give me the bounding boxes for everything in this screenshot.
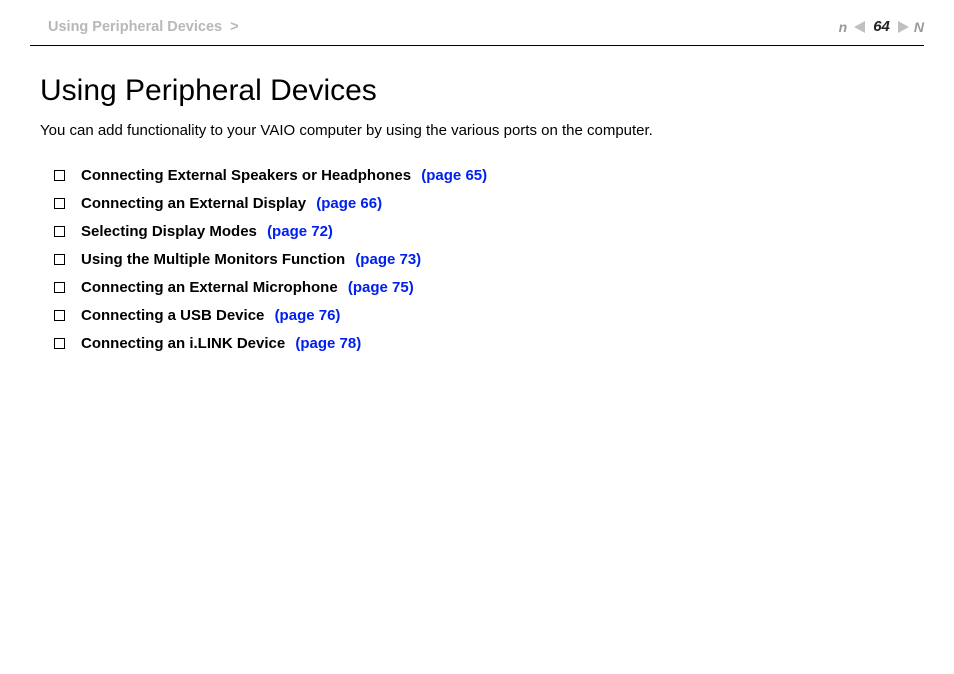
page-nav: n 64 N [841,18,924,35]
nav-n-label-right: N [914,19,924,35]
toc-item: Selecting Display Modes (page 72) [54,223,914,240]
bullet-icon [54,310,65,321]
bullet-icon [54,226,65,237]
toc-list: Connecting External Speakers or Headphon… [40,167,914,352]
toc-item-title: Connecting External Speakers or Headphon… [81,167,411,184]
toc-item-title: Connecting an i.LINK Device [81,335,285,352]
breadcrumb-separator: > [230,19,238,35]
content: Using Peripheral Devices You can add fun… [0,46,954,352]
toc-item-page-link[interactable]: (page 73) [355,251,421,268]
toc-item-title: Connecting a USB Device [81,307,264,324]
bullet-icon [54,338,65,349]
bullet-icon [54,254,65,265]
toc-item: Connecting a USB Device (page 76) [54,307,914,324]
toc-item-title: Connecting an External Microphone [81,279,338,296]
toc-item-page-link[interactable]: (page 65) [421,167,487,184]
bullet-icon [54,170,65,181]
next-page-arrow-icon[interactable] [896,20,910,34]
toc-item-title: Selecting Display Modes [81,223,257,240]
toc-item-title: Using the Multiple Monitors Function [81,251,345,268]
breadcrumb: Using Peripheral Devices > [48,19,239,35]
toc-item: Connecting an External Display (page 66) [54,195,914,212]
page-title: Using Peripheral Devices [40,74,914,108]
prev-page-arrow-icon[interactable] [853,20,867,34]
toc-item: Connecting an External Microphone (page … [54,279,914,296]
intro-text: You can add functionality to your VAIO c… [40,122,914,139]
toc-item: Connecting an i.LINK Device (page 78) [54,335,914,352]
nav-n-label-left: n [839,19,848,35]
toc-item-page-link[interactable]: (page 75) [348,279,414,296]
bullet-icon [54,198,65,209]
header: Using Peripheral Devices > n 64 N [0,0,954,41]
page-number: 64 [873,18,890,35]
toc-item-title: Connecting an External Display [81,195,306,212]
toc-item-page-link[interactable]: (page 72) [267,223,333,240]
breadcrumb-text: Using Peripheral Devices [48,19,222,35]
toc-item-page-link[interactable]: (page 76) [275,307,341,324]
toc-item: Using the Multiple Monitors Function (pa… [54,251,914,268]
toc-item: Connecting External Speakers or Headphon… [54,167,914,184]
bullet-icon [54,282,65,293]
toc-item-page-link[interactable]: (page 66) [316,195,382,212]
toc-item-page-link[interactable]: (page 78) [295,335,361,352]
